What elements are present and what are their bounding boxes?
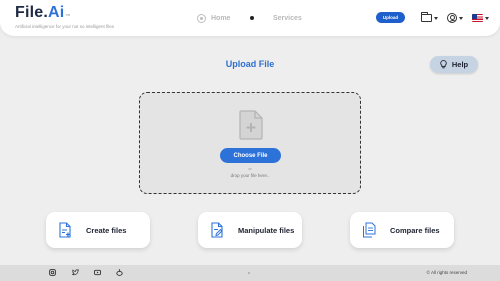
folder-icon xyxy=(420,12,432,22)
brand[interactable]: File. Ai TM Artificial intelligence for … xyxy=(15,5,115,30)
top-navbar: File. Ai TM Artificial intelligence for … xyxy=(0,0,500,36)
chevron-down-icon xyxy=(485,16,489,20)
copyright: © All rights reserved xyxy=(426,270,467,275)
chevron-down-icon xyxy=(434,16,438,20)
drop-hint: drop your file here.. xyxy=(230,173,270,178)
edit-file-icon xyxy=(211,222,223,238)
file-dropzone[interactable]: Choose File or drop your file here.. xyxy=(139,92,361,194)
upload-button[interactable]: Upload xyxy=(376,12,405,23)
user-icon xyxy=(447,13,457,23)
chevron-down-icon xyxy=(459,16,463,20)
nav-services-label: Services xyxy=(273,14,302,22)
add-file-icon xyxy=(239,110,263,140)
logo-trademark: TM xyxy=(65,13,71,17)
footer: © All rights reserved xyxy=(0,265,500,281)
nav-dot-separator xyxy=(250,16,254,20)
manipulate-files-label: Manipulate files xyxy=(238,225,295,235)
create-file-icon xyxy=(59,222,71,238)
logo[interactable]: File. Ai TM xyxy=(15,5,114,23)
folder-menu[interactable] xyxy=(420,12,438,24)
compare-files-icon xyxy=(363,222,376,238)
youtube-icon[interactable] xyxy=(94,269,101,276)
logo-text-ai: Ai xyxy=(48,4,65,21)
reddit-icon[interactable] xyxy=(116,269,123,276)
lightbulb-icon xyxy=(440,60,447,69)
manipulate-files-card[interactable]: Manipulate files xyxy=(198,212,302,248)
choose-file-button[interactable]: Choose File xyxy=(220,148,281,163)
create-files-label: Create files xyxy=(86,225,127,235)
compare-files-label: Compare files xyxy=(390,225,440,235)
logo-text-file: File. xyxy=(15,4,49,21)
footer-dot xyxy=(248,272,250,274)
help-label: Help xyxy=(451,60,469,69)
twitter-icon[interactable] xyxy=(72,269,79,276)
us-flag-icon xyxy=(472,14,483,22)
compare-files-card[interactable]: Compare files xyxy=(350,212,454,248)
nav-home-label: Home xyxy=(211,14,231,22)
create-files-card[interactable]: Create files xyxy=(46,212,150,248)
nav-home[interactable]: Home xyxy=(197,13,230,23)
help-button[interactable]: Help xyxy=(430,56,478,73)
page-title: Upload File xyxy=(225,59,275,69)
account-menu[interactable] xyxy=(447,12,463,24)
or-separator: or xyxy=(248,166,252,171)
home-icon xyxy=(197,13,206,23)
instagram-icon[interactable] xyxy=(49,269,56,276)
language-menu[interactable] xyxy=(472,12,489,24)
tagline: Artificial intelligence for your not so … xyxy=(15,24,115,29)
nav-services[interactable]: Services xyxy=(273,13,302,23)
